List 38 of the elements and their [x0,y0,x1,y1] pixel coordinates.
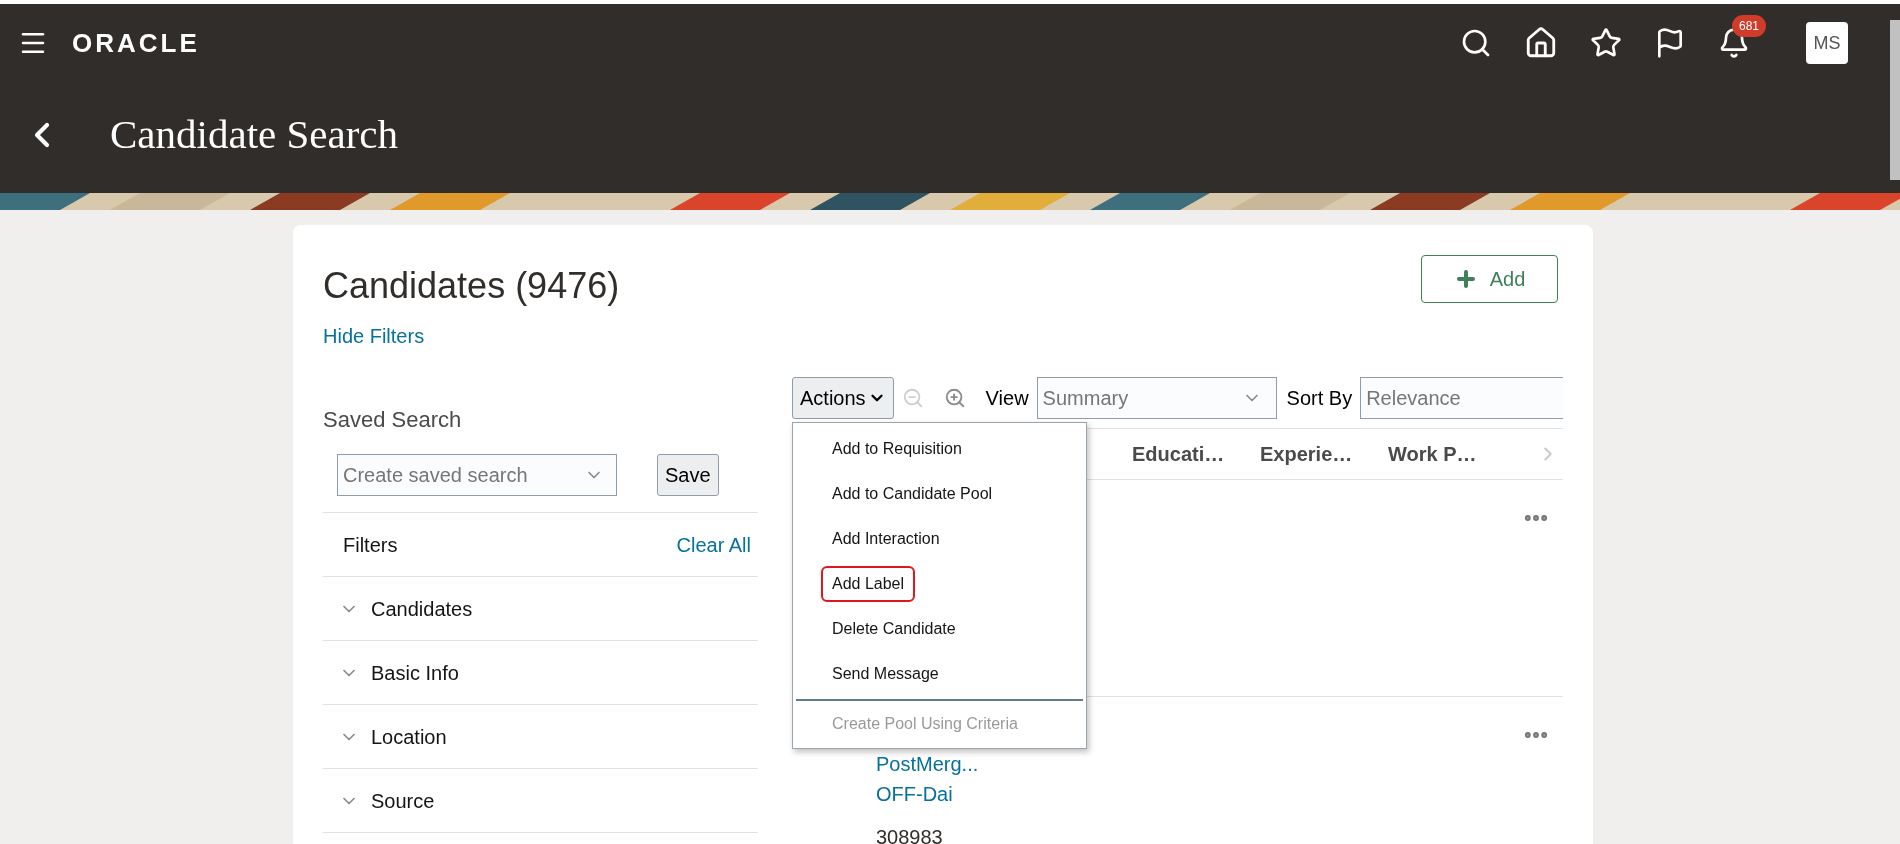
notification-badge: 681 [1732,15,1767,37]
menu-item[interactable]: Add Label [821,565,916,602]
menu-item[interactable]: Send Message [821,655,950,692]
filter-section[interactable]: Location [323,705,758,769]
hide-filters-link[interactable]: Hide Filters [323,321,1563,351]
oracle-logo: ORACLE [72,26,200,60]
filters-title: Filters [343,532,398,558]
sort-by-label: Sort By [1286,386,1353,411]
search-icon[interactable] [1460,27,1492,59]
filter-section[interactable]: Candidates [323,577,758,641]
filter-section[interactable]: Source [323,769,758,833]
saved-search-input[interactable]: Create saved search [343,460,584,490]
column-header[interactable]: Work P… [1388,439,1516,469]
user-avatar[interactable]: MS [1806,22,1848,64]
add-button[interactable]: Add [1421,255,1558,303]
view-dropdown[interactable]: Summary [1036,377,1277,419]
home-icon[interactable] [1524,26,1558,60]
candidate-link[interactable]: OFF-Dai [876,779,1563,809]
column-header[interactable]: Educati… [1132,439,1260,469]
saved-search-dropdown[interactable]: Create saved search [337,454,617,496]
star-icon[interactable] [1590,27,1622,59]
candidate-link[interactable]: PostMerg... [876,749,1563,779]
view-label: View [985,386,1029,411]
card-title: Candidates (9476) [323,264,620,308]
menu-item[interactable]: Add Interaction [821,520,951,557]
saved-search-label: Saved Search [323,406,463,434]
zoom-in-icon[interactable] [943,387,966,409]
actions-button[interactable]: Actions [792,377,894,419]
sort-by-field[interactable]: Relevance [1360,377,1563,419]
clear-all-link[interactable]: Clear All [676,529,751,560]
menu-item[interactable]: Add to Candidate Pool [821,475,1004,512]
column-header[interactable]: Experie… [1260,439,1388,469]
candidate-number: 308983 [876,825,944,844]
menu-item[interactable]: Add to Requisition [821,430,973,467]
filter-section[interactable]: Basic Info [323,641,758,705]
page-title: Candidate Search [110,109,399,159]
save-button[interactable]: Save [657,454,719,496]
menu-item[interactable]: Delete Candidate [821,610,967,647]
